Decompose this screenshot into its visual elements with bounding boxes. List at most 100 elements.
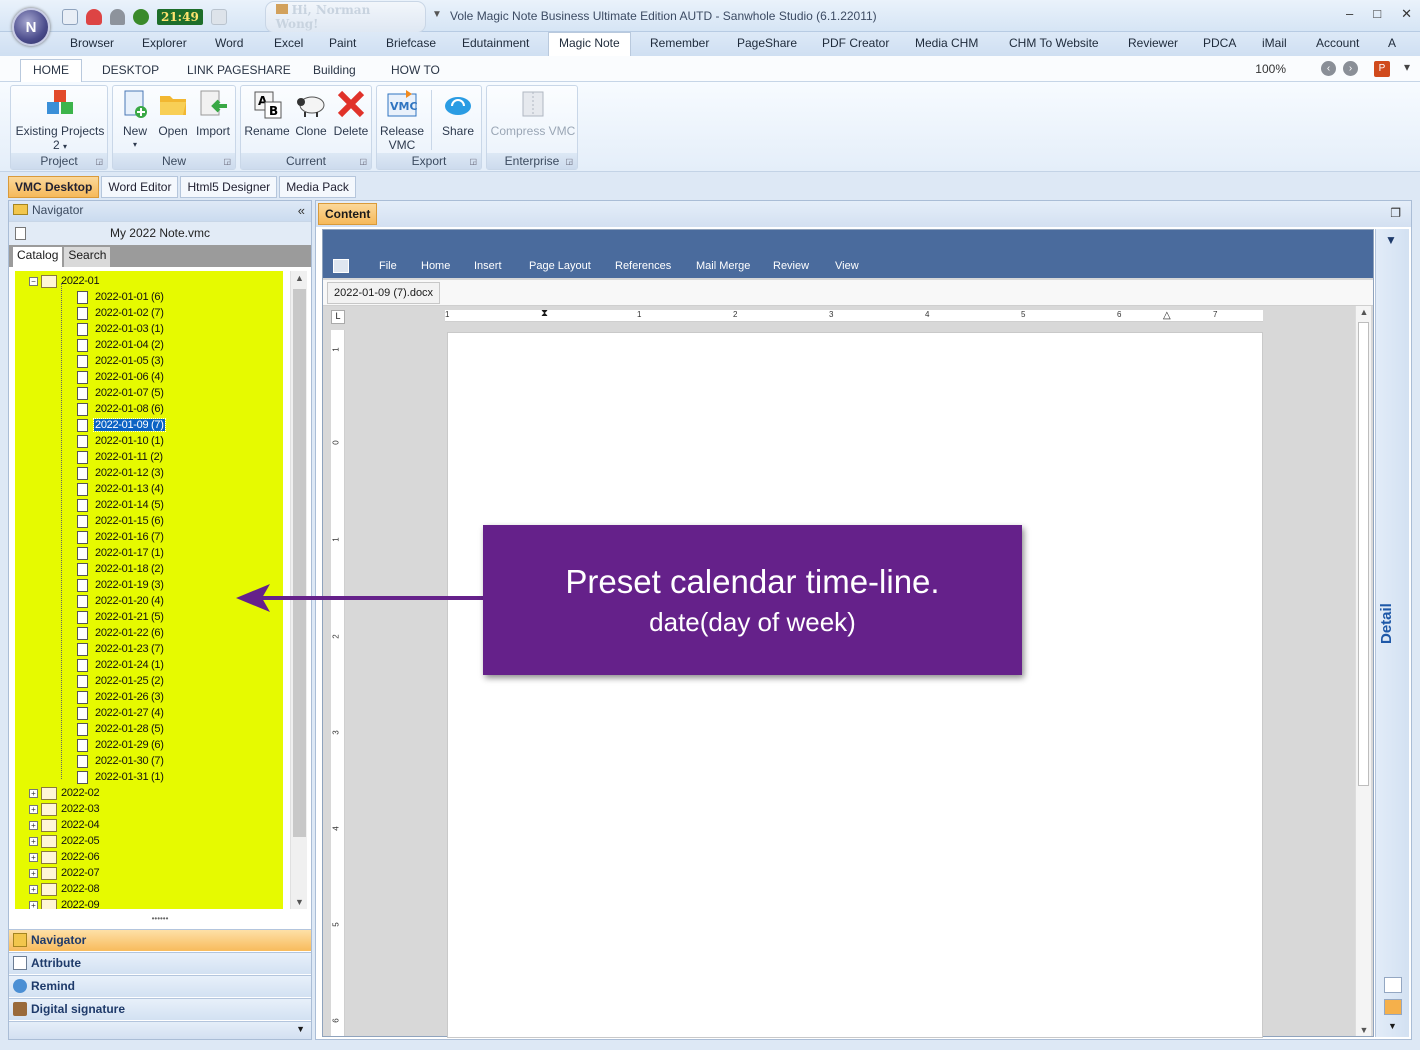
vmc-file-bar[interactable]: My 2022 Note.vmc xyxy=(9,221,311,245)
tree-day-node[interactable]: 2022-01-13 (4) xyxy=(77,481,165,497)
expand-node-icon[interactable]: + xyxy=(29,804,38,814)
tree-month-node[interactable]: +2022-06 xyxy=(29,849,100,865)
menu-tab-media-chm[interactable]: Media CHM xyxy=(915,36,978,50)
word-menu-references[interactable]: References xyxy=(615,260,671,272)
word-menu-page-layout[interactable]: Page Layout xyxy=(529,260,591,272)
scroll-down-icon[interactable]: ▼ xyxy=(1356,1025,1372,1035)
minimize-button[interactable]: – xyxy=(1346,6,1353,22)
scroll-thumb[interactable] xyxy=(1358,322,1369,786)
expand-node-icon[interactable]: + xyxy=(29,868,38,878)
tree-day-node[interactable]: 2022-01-29 (6) xyxy=(77,737,165,753)
menu-tab-browser[interactable]: Browser xyxy=(70,36,114,50)
user-greeting[interactable]: Hi, Norman Wong! xyxy=(264,1,426,33)
scroll-thumb[interactable] xyxy=(293,289,306,837)
tree-day-node[interactable]: 2022-01-10 (1) xyxy=(77,433,165,449)
indent-marker-icon[interactable]: ⧗ xyxy=(541,308,548,319)
share-button[interactable]: Share xyxy=(437,88,479,138)
tree-day-node[interactable]: 2022-01-02 (7) xyxy=(77,305,165,321)
new-dropdown-icon[interactable]: ▾ xyxy=(117,138,153,152)
tree-day-node[interactable]: 2022-01-14 (5) xyxy=(77,497,165,513)
word-menu-file[interactable]: File xyxy=(379,260,397,272)
tree-day-node[interactable]: 2022-01-21 (5) xyxy=(77,609,165,625)
tree-day-node[interactable]: 2022-01-08 (6) xyxy=(77,401,165,417)
word-app-menu-icon[interactable] xyxy=(333,259,349,273)
scroll-down-icon[interactable]: ▼ xyxy=(291,897,308,907)
tree-month-node[interactable]: +2022-08 xyxy=(29,881,100,897)
open-button[interactable]: Open xyxy=(155,88,191,138)
tree-day-node[interactable]: 2022-01-16 (7) xyxy=(77,529,165,545)
delete-button[interactable]: Delete xyxy=(331,88,371,138)
menu-tab-a[interactable]: A xyxy=(1388,36,1396,50)
menu-tab-excel[interactable]: Excel xyxy=(274,36,303,50)
menu-tab-explorer[interactable]: Explorer xyxy=(142,36,187,50)
expand-node-icon[interactable]: + xyxy=(29,900,38,909)
expand-node-icon[interactable]: + xyxy=(29,852,38,862)
detail-sidebar[interactable]: ▼ Detail ▼ xyxy=(1375,229,1409,1037)
tree-day-node[interactable]: 2022-01-12 (3) xyxy=(77,465,165,481)
word-menu-mail-merge[interactable]: Mail Merge xyxy=(696,260,750,272)
horizontal-ruler[interactable]: 1 1 2 3 4 5 6 7 ⧗ △ xyxy=(445,308,1263,322)
collapse-node-icon[interactable]: − xyxy=(29,276,38,286)
tab-catalog[interactable]: Catalog xyxy=(13,247,63,267)
tree-day-node[interactable]: 2022-01-18 (2) xyxy=(77,561,165,577)
expand-node-icon[interactable]: + xyxy=(29,788,38,798)
menu-tab-paint[interactable]: Paint xyxy=(329,36,356,50)
document-scrollbar[interactable]: ▲ ▼ xyxy=(1355,306,1371,1036)
app-orb-button[interactable]: N xyxy=(12,8,50,46)
ribbon-tab-link-pageshare[interactable]: LINK PAGESHARE xyxy=(187,63,291,77)
word-menu-insert[interactable]: Insert xyxy=(474,260,502,272)
tree-day-node[interactable]: 2022-01-31 (1) xyxy=(77,769,165,785)
ribbon-tab-building[interactable]: Building xyxy=(313,63,356,77)
menu-tab-magic-note[interactable]: Magic Note xyxy=(548,32,631,56)
maximize-button[interactable]: □ xyxy=(1373,6,1381,22)
navbar-options-icon[interactable]: ▼ xyxy=(296,1024,305,1034)
word-menu-review[interactable]: Review xyxy=(773,260,809,272)
tree-day-node[interactable]: 2022-01-20 (4) xyxy=(77,593,165,609)
ribbon-tab-home[interactable]: HOME xyxy=(20,59,82,83)
word-document-tab[interactable]: 2022-01-09 (7).docx xyxy=(327,282,441,304)
tree-day-node[interactable]: 2022-01-03 (1) xyxy=(77,321,165,337)
tree-month-node[interactable]: +2022-03 xyxy=(29,801,100,817)
tab-word-editor[interactable]: Word Editor xyxy=(101,176,179,198)
tree-day-node[interactable]: 2022-01-26 (3) xyxy=(77,689,165,705)
menu-tab-edutainment[interactable]: Edutainment xyxy=(462,36,529,50)
menu-tab-pageshare[interactable]: PageShare xyxy=(737,36,797,50)
menu-tab-account[interactable]: Account xyxy=(1316,36,1359,50)
document-page[interactable] xyxy=(447,332,1263,1038)
dialog-launcher-icon[interactable]: ◲ xyxy=(95,157,103,166)
menu-tab-remember[interactable]: Remember xyxy=(650,36,709,50)
ribbon-collapse-icon[interactable]: ▾ xyxy=(1404,60,1410,74)
scroll-up-icon[interactable]: ▲ xyxy=(1356,307,1372,317)
existing-projects-button[interactable]: Existing Projects 2 ▾ xyxy=(15,88,105,154)
clone-button[interactable]: Clone xyxy=(293,88,329,138)
forward-icon[interactable]: › xyxy=(1343,61,1358,76)
zoom-level[interactable]: 100% xyxy=(1255,62,1286,76)
navbar-navigator[interactable]: Navigator xyxy=(9,929,311,951)
back-icon[interactable]: ‹ xyxy=(1321,61,1336,76)
expand-node-icon[interactable]: + xyxy=(29,884,38,894)
ribbon-tab-how-to[interactable]: HOW TO xyxy=(391,63,440,77)
word-menu-home[interactable]: Home xyxy=(421,260,450,272)
tree-day-node[interactable]: 2022-01-19 (3) xyxy=(77,577,165,593)
tree-day-node[interactable]: 2022-01-30 (7) xyxy=(77,753,165,769)
expand-node-icon[interactable]: + xyxy=(29,820,38,830)
tree-day-node[interactable]: 2022-01-06 (4) xyxy=(77,369,165,385)
tree-day-node[interactable]: 2022-01-07 (5) xyxy=(77,385,165,401)
dialog-launcher-icon[interactable]: ◲ xyxy=(565,157,573,166)
calendar-icon[interactable] xyxy=(62,9,78,25)
tree-day-node[interactable]: 2022-01-05 (3) xyxy=(77,353,165,369)
rename-button[interactable]: AB Rename xyxy=(243,88,291,138)
navbar-remind[interactable]: Remind xyxy=(9,975,311,997)
detail-office-icon[interactable] xyxy=(1384,999,1402,1015)
tree-month-node[interactable]: +2022-09 xyxy=(29,897,100,909)
word-menu-view[interactable]: View xyxy=(835,260,859,272)
close-button[interactable]: ✕ xyxy=(1401,6,1412,22)
tree-month-node[interactable]: − 2022-01 xyxy=(29,273,100,289)
release-vmc-button[interactable]: VMC Release VMC xyxy=(379,88,425,152)
vertical-ruler[interactable]: 1 0 1 2 3 4 5 6 xyxy=(331,330,345,1036)
menu-tab-reviewer[interactable]: Reviewer xyxy=(1128,36,1178,50)
navbar-attribute[interactable]: Attribute xyxy=(9,952,311,974)
tree-month-node[interactable]: +2022-04 xyxy=(29,817,100,833)
tab-html5-designer[interactable]: Html5 Designer xyxy=(180,176,278,198)
dialog-launcher-icon[interactable]: ◲ xyxy=(469,157,477,166)
